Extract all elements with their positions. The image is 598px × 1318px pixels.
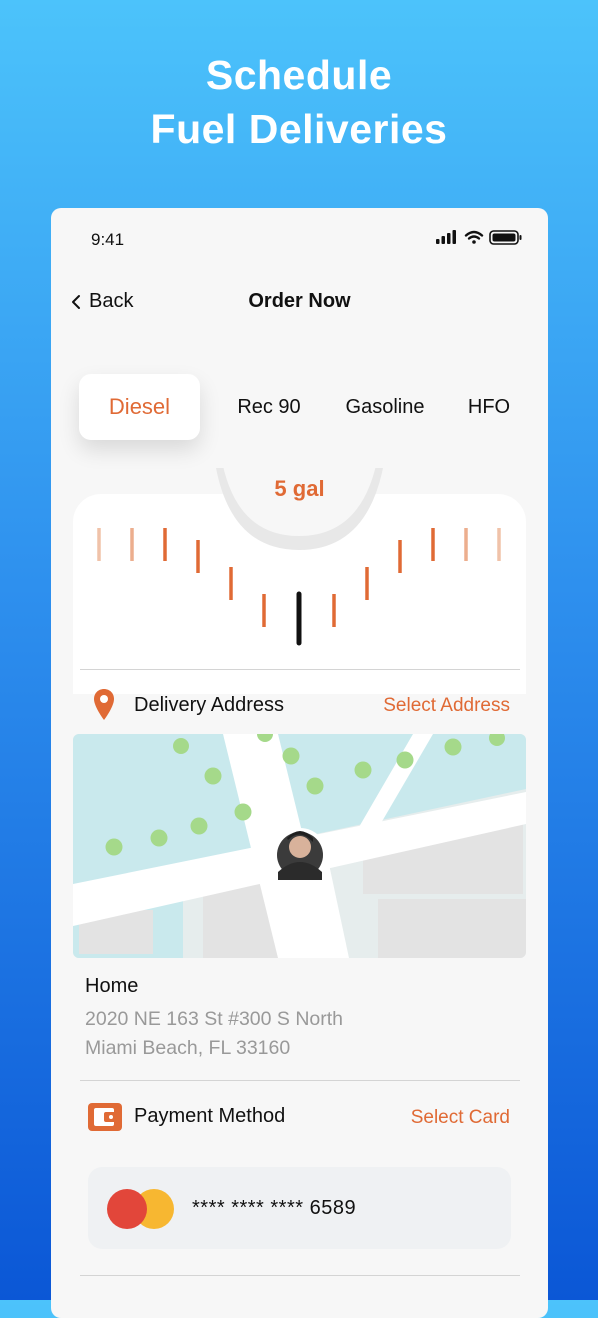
tab-diesel[interactable]: Diesel [79, 374, 200, 440]
tab-hfo[interactable]: HFO [461, 374, 517, 440]
chevron-left-icon [72, 294, 80, 309]
address-name: Home [85, 975, 139, 997]
delivery-map[interactable] [73, 734, 526, 958]
headline-line-2: Fuel Deliveries [150, 106, 448, 152]
battery-icon [489, 230, 522, 245]
tab-rec-90[interactable]: Rec 90 [227, 374, 311, 440]
status-time: 9:41 [91, 230, 125, 249]
address-line-1: 2020 NE 163 St #300 S North [85, 1008, 344, 1030]
fuel-type-tabs: Diesel Rec 90 Gasoline HFO [79, 374, 539, 440]
divider [80, 669, 520, 670]
selected-card[interactable]: **** **** **** 6589 [88, 1167, 511, 1249]
divider [80, 1080, 520, 1081]
promo-headline: Schedule Fuel Deliveries [0, 48, 598, 156]
wallet-icon [88, 1103, 122, 1131]
divider [80, 1275, 520, 1276]
address-line-2: Miami Beach, FL 33160 [85, 1037, 291, 1059]
phone-screen: 9:41 Back Order Now Diesel Rec 90 Gasoli… [51, 208, 548, 1318]
delivery-address-title: Delivery Address [134, 694, 285, 716]
back-button[interactable]: Back [71, 290, 133, 313]
card-number: **** **** **** 6589 [192, 1197, 357, 1219]
mastercard-icon [107, 1189, 174, 1229]
tab-gasoline[interactable]: Gasoline [333, 374, 437, 440]
avatar[interactable] [273, 828, 327, 882]
status-icons [436, 228, 526, 251]
back-label: Back [89, 290, 134, 312]
select-card-link[interactable]: Select Card [411, 1107, 510, 1129]
wifi-icon [464, 230, 484, 244]
volume-label: 5 gal [274, 476, 325, 501]
location-pin-icon [94, 689, 114, 720]
payment-method-title: Payment Method [134, 1105, 286, 1127]
headline-line-1: Schedule [205, 52, 393, 98]
signal-icon [436, 230, 456, 244]
select-address-link[interactable]: Select Address [383, 695, 510, 717]
